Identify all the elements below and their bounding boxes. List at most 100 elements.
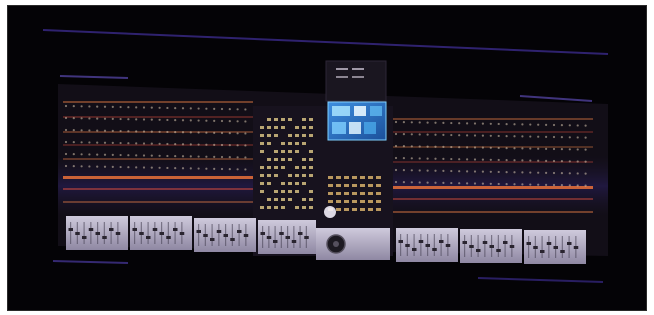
knob-dot — [166, 166, 169, 170]
knob-dot — [72, 141, 75, 144]
fader-cap — [304, 236, 309, 239]
knob-dot — [205, 167, 208, 170]
fader-track — [464, 235, 466, 257]
center-button — [267, 198, 271, 201]
knob-dot — [537, 159, 540, 162]
knob-dot — [166, 154, 169, 158]
knob-dot — [135, 166, 138, 169]
knob-dot — [442, 133, 445, 136]
knob-dot — [213, 155, 216, 158]
center-button — [309, 126, 313, 129]
center-button — [295, 174, 299, 177]
center-button — [274, 118, 278, 121]
fader-track — [293, 226, 295, 248]
knob-dot — [213, 167, 216, 170]
knob-dot — [205, 107, 208, 110]
fader-cap — [243, 234, 249, 237]
knob-dot — [181, 119, 185, 122]
knob-dot — [434, 181, 437, 184]
center-button — [267, 182, 271, 185]
center-button — [274, 126, 278, 129]
fader-cap — [476, 249, 481, 252]
knob-dot — [466, 122, 469, 125]
knob-dot — [150, 118, 153, 121]
knob-dot — [521, 159, 524, 162]
fader-cap — [237, 230, 242, 233]
knob-dot — [213, 143, 216, 146]
center-button — [309, 150, 313, 153]
center-button — [344, 192, 349, 195]
knob-dot — [521, 171, 524, 174]
center-button — [368, 200, 373, 203]
center-button — [274, 158, 278, 161]
center-button — [260, 206, 264, 209]
fader-cap — [469, 245, 474, 248]
center-button — [376, 208, 381, 211]
center-button — [352, 208, 357, 211]
fader-track — [262, 226, 264, 248]
center-button — [288, 150, 292, 153]
knob-dot — [418, 169, 421, 172]
knob-dot — [119, 129, 122, 133]
fader-cap — [567, 242, 572, 245]
knob-dot — [88, 105, 91, 108]
knob-dot — [181, 155, 185, 158]
center-button — [309, 206, 313, 209]
center-button — [309, 190, 313, 193]
fader-track — [90, 222, 92, 244]
fader-cap — [88, 228, 94, 231]
fader-cap — [533, 246, 538, 249]
center-button — [368, 208, 373, 211]
knob-dot — [513, 147, 516, 150]
center-button — [336, 192, 341, 195]
knob-dot — [213, 119, 216, 122]
knob-dot — [220, 143, 224, 147]
knob-dot — [72, 117, 75, 120]
knob-dot — [537, 183, 540, 186]
knob-dot — [80, 129, 83, 132]
center-button — [295, 206, 299, 209]
knob-dot — [189, 119, 192, 122]
knob-dot — [197, 167, 200, 170]
center-button — [288, 158, 292, 161]
knob-dot — [505, 135, 508, 138]
center-button — [281, 190, 285, 193]
screen-hood — [325, 60, 387, 102]
knob-dot — [450, 145, 453, 149]
knob-dot — [127, 142, 130, 145]
fader-cap — [405, 244, 410, 247]
center-button — [352, 176, 357, 179]
knob-dot — [197, 107, 200, 110]
knob-dot — [426, 181, 429, 184]
knob-dot — [96, 117, 99, 120]
fader-track — [548, 236, 550, 258]
center-button — [309, 166, 313, 169]
knob-dot — [560, 136, 564, 139]
knob-dot — [513, 135, 516, 138]
center-button — [267, 206, 271, 209]
knob-dot — [244, 156, 247, 159]
knob-dot — [189, 167, 192, 170]
fader-cap — [179, 232, 185, 235]
knob-dot — [96, 105, 99, 108]
knob-dot — [434, 145, 437, 148]
knob-dot — [458, 170, 461, 173]
center-button — [260, 174, 264, 177]
knob-dot — [537, 171, 540, 174]
center-button — [344, 184, 349, 187]
knob-dot — [158, 142, 161, 145]
knob-dot — [135, 130, 138, 133]
knob-dot — [521, 135, 524, 138]
center-button — [344, 176, 349, 179]
fader-cap — [173, 228, 178, 231]
center-button — [274, 206, 278, 209]
knob-dot — [458, 146, 461, 149]
knob-dot — [537, 135, 540, 138]
knob-dot — [568, 148, 571, 151]
knob-dot — [545, 183, 548, 186]
knob-dot — [205, 143, 208, 146]
fader-cap — [196, 230, 201, 233]
knob-dot — [72, 165, 75, 168]
fader-track — [154, 222, 156, 244]
center-button — [344, 200, 349, 203]
